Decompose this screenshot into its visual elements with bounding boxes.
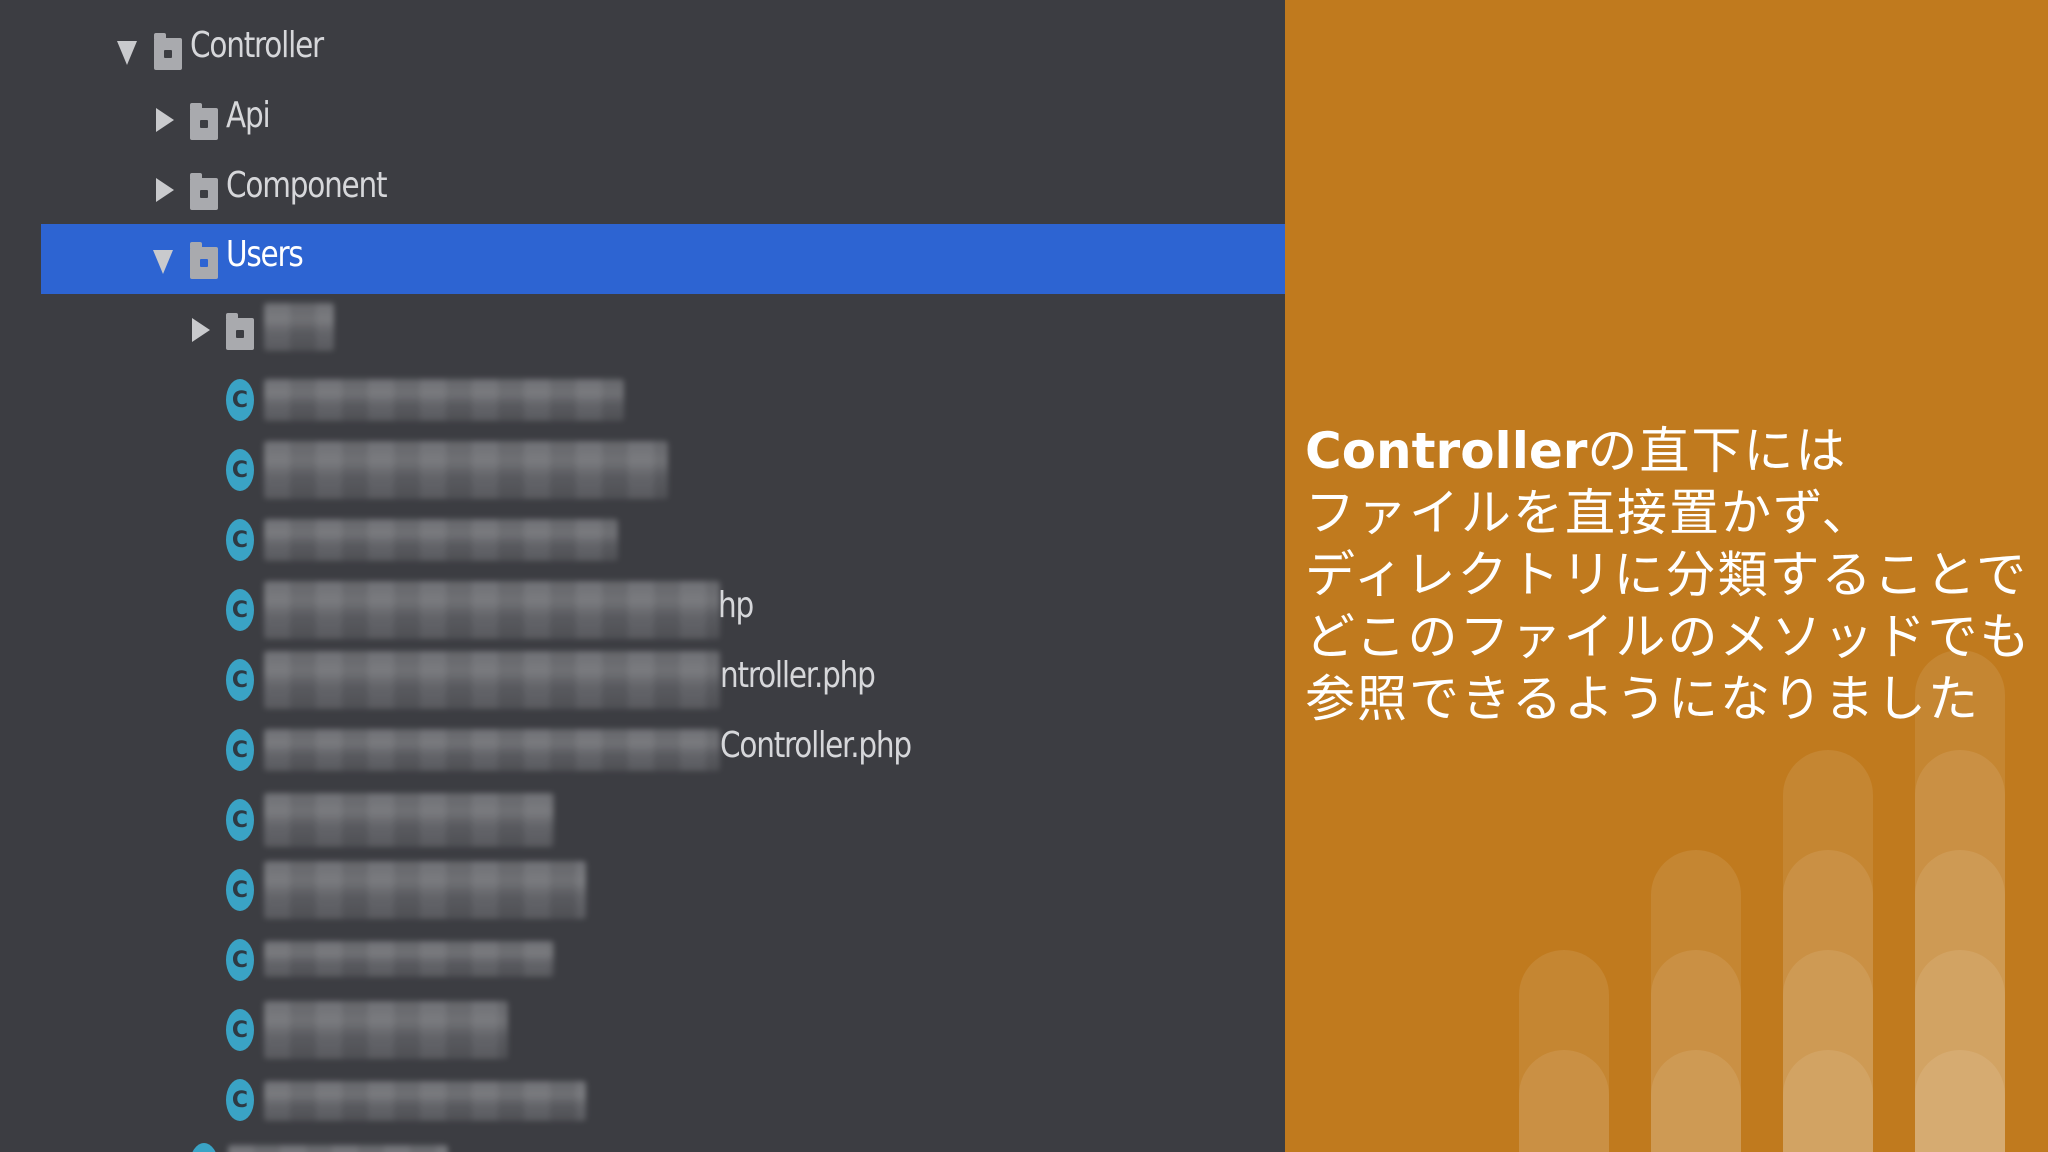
redacted-name xyxy=(264,1001,508,1059)
file-item[interactable]: C xyxy=(0,855,1285,925)
decorative-column xyxy=(1651,1050,1741,1152)
redacted-name xyxy=(264,1081,586,1121)
file-item[interactable]: C xyxy=(0,1135,1285,1152)
tree-item-label: Component xyxy=(226,165,388,206)
redacted-name xyxy=(264,941,554,977)
redacted-name xyxy=(264,303,334,351)
tree-item-api[interactable]: Api xyxy=(0,85,1285,155)
folder-icon xyxy=(190,242,218,279)
folder-icon xyxy=(154,33,182,70)
class-icon: C xyxy=(226,659,254,701)
class-icon: C xyxy=(226,379,254,421)
caption-line-1-rest: の直下には xyxy=(1587,422,1848,480)
redacted-name xyxy=(264,379,624,421)
file-item[interactable]: C xyxy=(0,925,1285,995)
class-icon: C xyxy=(190,1143,218,1152)
chevron-down-icon[interactable] xyxy=(153,250,173,274)
file-name-suffix: ntroller.php xyxy=(720,655,876,696)
file-item[interactable]: C xyxy=(0,365,1285,435)
caption-keyword: Controller xyxy=(1305,422,1588,480)
file-item[interactable]: C Controller.php xyxy=(0,715,1285,785)
file-item[interactable]: C hp xyxy=(0,575,1285,645)
file-item[interactable]: C xyxy=(0,435,1285,505)
class-icon: C xyxy=(226,449,254,491)
class-icon: C xyxy=(226,519,254,561)
redacted-name xyxy=(264,729,720,771)
chevron-down-icon[interactable] xyxy=(117,41,137,65)
redacted-name xyxy=(264,861,586,919)
decorative-column xyxy=(1915,1050,2005,1152)
tree-item-label: Api xyxy=(226,95,271,136)
caption-line-1: Controllerの直下には xyxy=(1305,420,2040,482)
tree-item-label: Controller xyxy=(190,25,324,66)
redacted-name xyxy=(264,793,554,847)
caption-line-4: どこのファイルのメソッドでも xyxy=(1305,608,2032,666)
chevron-right-icon[interactable] xyxy=(192,318,210,342)
folder-icon xyxy=(190,173,218,210)
decorative-column xyxy=(1519,1050,1609,1152)
redacted-name xyxy=(264,441,668,499)
class-icon: C xyxy=(226,589,254,631)
tree-item-users[interactable]: Users xyxy=(41,224,1285,294)
caption-line-3: ディレクトリに分類することで xyxy=(1305,546,2028,604)
caption-line-2: ファイルを直接置かず、 xyxy=(1305,484,1874,542)
file-item[interactable]: C xyxy=(0,995,1285,1065)
caption-panel: Controllerの直下には ファイルを直接置かず、 ディレクトリに分類するこ… xyxy=(1285,0,2048,1152)
folder-icon xyxy=(190,103,218,140)
tree-item-label: Users xyxy=(226,234,304,275)
chevron-right-icon[interactable] xyxy=(156,108,174,132)
decorative-column xyxy=(1783,1050,1873,1152)
caption-text: Controllerの直下には ファイルを直接置かず、 ディレクトリに分類するこ… xyxy=(1305,420,2040,730)
tree-item-controller[interactable]: Controller xyxy=(0,15,1285,85)
file-name-suffix: hp xyxy=(718,585,754,626)
redacted-name xyxy=(228,1145,448,1152)
file-item[interactable]: C xyxy=(0,505,1285,575)
redacted-name xyxy=(264,651,720,709)
tree-item-component[interactable]: Component xyxy=(0,155,1285,225)
class-icon: C xyxy=(226,729,254,771)
file-item[interactable]: C xyxy=(0,1065,1285,1135)
class-icon: C xyxy=(226,869,254,911)
file-item[interactable]: C ntroller.php xyxy=(0,645,1285,715)
folder-icon xyxy=(226,313,254,350)
class-icon: C xyxy=(226,799,254,841)
class-icon: C xyxy=(226,1009,254,1051)
redacted-name xyxy=(264,581,720,639)
file-name-suffix: Controller.php xyxy=(720,725,912,766)
chevron-right-icon[interactable] xyxy=(156,178,174,202)
project-tree: Controller Api Component Users C C C C h… xyxy=(0,0,1285,1152)
file-item[interactable]: C xyxy=(0,785,1285,855)
tree-item-subfolder[interactable] xyxy=(0,295,1285,365)
class-icon: C xyxy=(226,939,254,981)
redacted-name xyxy=(264,519,618,561)
caption-line-5: 参照できるようになりました xyxy=(1305,670,1980,728)
class-icon: C xyxy=(226,1079,254,1121)
